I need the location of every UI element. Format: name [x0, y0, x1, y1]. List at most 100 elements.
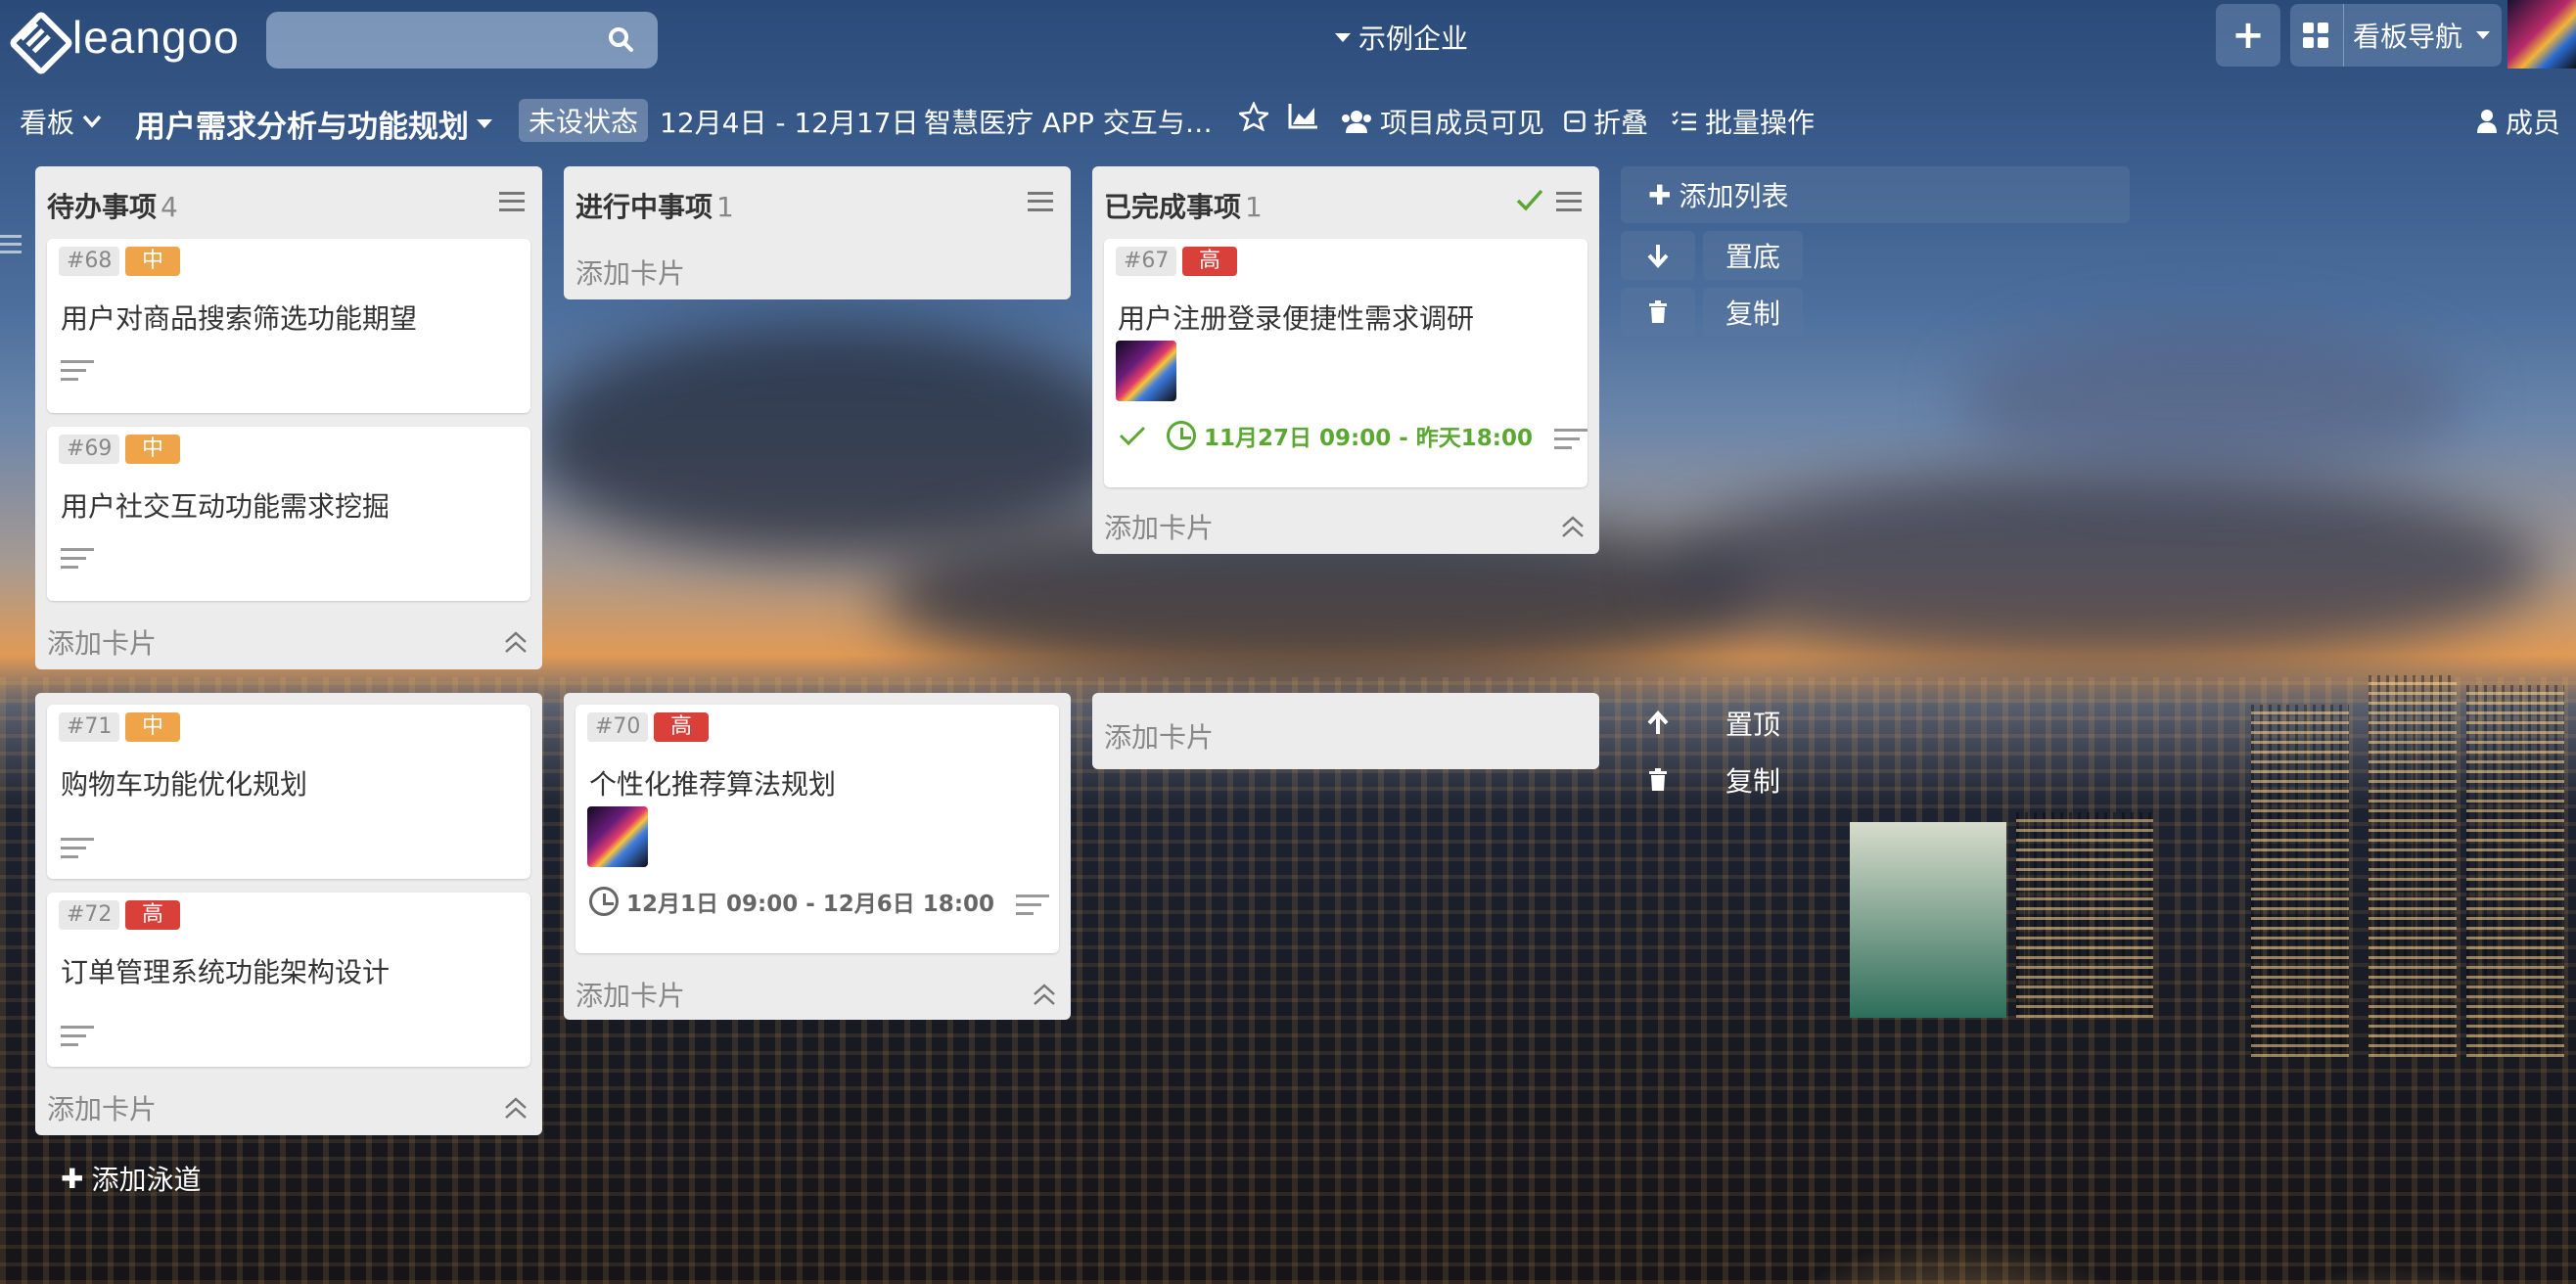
priority-badge: 高 [125, 900, 180, 930]
move-bottom-button[interactable]: 置底 [1703, 231, 1803, 280]
add-card-button[interactable]: 添加卡片 [1104, 507, 1214, 546]
caret-down-icon [477, 119, 492, 128]
menu-icon[interactable] [1556, 192, 1582, 211]
list-title: 已完成事项 1 [1104, 191, 1263, 223]
trash-icon [1649, 768, 1667, 791]
priority-badge: 高 [654, 712, 709, 742]
card-68[interactable]: #68 中 用户对商品搜索筛选功能期望 [47, 239, 530, 413]
description-icon [61, 838, 94, 859]
clock-icon [1167, 421, 1196, 450]
due-text: 12月1日 09:00 - 12月6日 18:00 [626, 892, 995, 917]
star-icon[interactable] [1239, 102, 1268, 131]
list-count: 1 [716, 191, 734, 223]
board-title[interactable]: 用户需求分析与功能规划 [135, 102, 492, 146]
visibility-button[interactable]: 项目成员可见 [1341, 102, 1544, 141]
fold-button[interactable]: 折叠 [1564, 102, 1648, 141]
move-top-icon-button[interactable] [1621, 699, 1695, 748]
menu-icon[interactable] [1028, 192, 1053, 211]
card-title: 订单管理系统功能架构设计 [61, 956, 391, 988]
top-bar: leangoo 示例企业 + 看板导航 [0, 0, 2576, 74]
board-title-text: 用户需求分析与功能规划 [135, 110, 469, 145]
add-swimlane-label: 添加泳道 [91, 1164, 202, 1196]
card-71[interactable]: #71 中 购物车功能优化规划 [47, 705, 530, 879]
list-todo: 待办事项 4 #68 中 用户对商品搜索筛选功能期望 #69 中 用户社交互动功能… [35, 166, 542, 669]
swimlane-handle-icon[interactable] [0, 235, 22, 256]
card-70[interactable]: #70 高 个性化推荐算法规划 12月1日 09:00 - 12月6日 18:0… [575, 705, 1059, 953]
state-badge[interactable]: 未设状态 [519, 99, 649, 142]
collapse-icon[interactable] [1560, 515, 1586, 540]
priority-badge: 高 [1182, 247, 1237, 276]
description-icon [61, 548, 94, 570]
collapse-icon[interactable] [503, 1096, 529, 1122]
priority-badge: 中 [125, 435, 180, 464]
logo-text: leangoo [72, 12, 240, 63]
fold-label: 折叠 [1593, 107, 1649, 139]
logo[interactable]: leangoo [8, 10, 240, 65]
search-icon[interactable] [607, 25, 634, 53]
card-number: #68 [59, 247, 120, 276]
board-header: 看板 用户需求分析与功能规划 未设状态 12月4日 - 12月17日 智慧医疗 … [0, 82, 2576, 160]
chart-icon[interactable] [1288, 102, 1319, 129]
visibility-label: 项目成员可见 [1380, 107, 1545, 139]
add-card-button[interactable]: 添加卡片 [1104, 716, 1214, 756]
card-67[interactable]: #67 高 用户注册登录便捷性需求调研 11月27日 09:00 - 昨天18:… [1104, 239, 1588, 487]
check-icon [1119, 426, 1146, 446]
members-button[interactable]: 成员 [2476, 102, 2560, 141]
attachment-thumbnail[interactable] [1116, 341, 1176, 401]
avatar[interactable] [2507, 0, 2576, 69]
card-number: #67 [1116, 247, 1177, 276]
collapse-icon[interactable] [1032, 983, 1057, 1008]
card-number: #72 [59, 900, 120, 930]
delete-icon-button[interactable] [1621, 288, 1695, 337]
trash-icon [1649, 300, 1667, 323]
members-label: 成员 [2506, 107, 2561, 139]
move-bottom-label: 置底 [1725, 241, 1780, 273]
minus-square-icon [1564, 111, 1586, 132]
add-card-button[interactable]: 添加卡片 [575, 252, 685, 292]
create-button[interactable]: + [2216, 4, 2280, 67]
project-link[interactable]: 智慧医疗 APP 交互与… [924, 102, 1213, 141]
list-done: 已完成事项 1 #67 高 用户注册登录便捷性需求调研 11月27日 09:00 … [1092, 166, 1599, 554]
card-title: 用户社交互动功能需求挖掘 [61, 490, 391, 523]
chevron-down-icon [82, 115, 102, 128]
org-name: 示例企业 [1358, 23, 1469, 55]
card-72[interactable]: #72 高 订单管理系统功能架构设计 [47, 893, 530, 1067]
date-range[interactable]: 12月4日 - 12月17日 [660, 102, 919, 141]
view-switcher[interactable]: 看板 [20, 102, 102, 141]
board-nav-button[interactable]: 看板导航 [2290, 4, 2502, 67]
list-done-lane2: 添加卡片 [1092, 693, 1599, 769]
copy-button[interactable]: 复制 [1703, 756, 1803, 804]
menu-icon[interactable] [499, 192, 525, 211]
caret-down-icon [2476, 31, 2491, 39]
plus-icon: ✚ [1648, 178, 1672, 211]
collapse-icon[interactable] [503, 630, 529, 656]
add-card-button[interactable]: 添加卡片 [47, 622, 157, 662]
description-icon [61, 360, 94, 382]
add-card-button[interactable]: 添加卡片 [47, 1088, 157, 1127]
list-in-progress-lane2: #70 高 个性化推荐算法规划 12月1日 09:00 - 12月6日 18:0… [564, 693, 1071, 1020]
description-icon [1016, 894, 1050, 916]
card-69[interactable]: #69 中 用户社交互动功能需求挖掘 [47, 427, 530, 601]
list-title: 进行中事项 1 [575, 191, 734, 223]
description-icon [1554, 429, 1588, 450]
state-badge-text: 未设状态 [519, 99, 649, 142]
move-top-button[interactable]: 置顶 [1703, 699, 1803, 748]
add-swimlane-button[interactable]: ✚ 添加泳道 [61, 1159, 201, 1198]
add-list-label: 添加列表 [1679, 180, 1789, 212]
delete-icon-button[interactable] [1621, 756, 1695, 804]
add-list-button[interactable]: ✚ 添加列表 [1621, 166, 2130, 223]
copy-button[interactable]: 复制 [1703, 288, 1803, 337]
move-bottom-icon-button[interactable] [1621, 231, 1695, 280]
search-input[interactable] [266, 12, 658, 69]
clock-icon [589, 887, 619, 916]
arrow-up-icon [1647, 711, 1669, 734]
org-switcher[interactable]: 示例企业 [1335, 18, 1468, 57]
list-count: 4 [161, 191, 178, 223]
due-date: 11月27日 09:00 - 昨天18:00 [1118, 419, 1588, 452]
move-top-label: 置顶 [1725, 709, 1780, 741]
add-card-button[interactable]: 添加卡片 [575, 975, 685, 1014]
attachment-thumbnail[interactable] [587, 806, 648, 867]
user-icon [2477, 110, 2497, 133]
list-count: 1 [1245, 191, 1263, 223]
batch-button[interactable]: 批量操作 [1672, 102, 1815, 141]
